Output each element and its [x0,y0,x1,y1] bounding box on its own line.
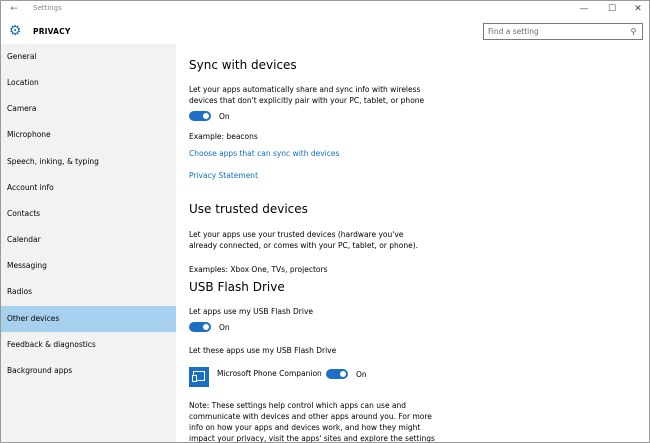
back-arrow-icon[interactable]: ← [8,3,20,15]
usb-allow-label: Let apps use my USB Flash Drive [189,307,313,316]
privacy-statement-link[interactable]: Privacy Statement [189,171,258,180]
close-button[interactable]: ✕ [625,1,649,18]
app-name: Microsoft Phone Companion [217,369,322,378]
content-pane: Sync with devices Let your apps automati… [176,44,649,443]
search-icon[interactable]: ⚲ [628,26,639,37]
phone-companion-icon [189,367,209,387]
usb-heading: USB Flash Drive [189,280,285,294]
app-glyph-phone [192,375,197,382]
choose-apps-link[interactable]: Choose apps that can sync with devices [189,149,339,158]
toggle-knob [340,371,346,377]
sidebar-item-feedback[interactable]: Feedback & diagnostics [1,332,176,358]
sidebar-item-contacts[interactable]: Contacts [1,201,176,227]
search-input[interactable] [488,26,623,37]
sidebar: General Location Camera Microphone Speec… [1,44,176,442]
sidebar-item-location[interactable]: Location [1,70,176,96]
usb-apps-label: Let these apps use my USB Flash Drive [189,346,337,355]
sidebar-item-calendar[interactable]: Calendar [1,227,176,253]
toggle-knob [203,113,209,119]
header: ⚙ PRIVACY ⚲ [1,18,649,44]
toggle-knob [203,324,209,330]
sidebar-item-microphone[interactable]: Microphone [1,122,176,148]
app-toggle[interactable] [326,369,348,379]
trusted-description: Let your apps use your trusted devices (… [189,230,419,250]
settings-window: ← Settings — ☐ ✕ ⚙ PRIVACY ⚲ General Loc… [0,0,650,443]
maximize-button[interactable]: ☐ [599,1,625,18]
sidebar-item-speech[interactable]: Speech, inking, & typing [1,149,176,175]
sidebar-item-account-info[interactable]: Account info [1,175,176,201]
sidebar-item-messaging[interactable]: Messaging [1,253,176,279]
sidebar-item-general[interactable]: General [1,44,176,70]
trusted-heading: Use trusted devices [189,202,308,216]
sync-example: Example: beacons [189,132,258,141]
app-toggle-state: On [356,370,367,379]
sync-toggle[interactable] [189,111,211,121]
sync-toggle-state: On [219,112,230,121]
page-title: PRIVACY [33,27,71,36]
sidebar-item-radios[interactable]: Radios [1,279,176,305]
usb-toggle[interactable] [189,322,211,332]
gear-icon: ⚙ [8,23,22,39]
sidebar-item-background-apps[interactable]: Background apps [1,358,176,384]
usb-toggle-state: On [219,323,230,332]
minimize-button[interactable]: — [571,1,597,18]
search-box[interactable]: ⚲ [483,23,643,40]
window-title: Settings [33,4,62,12]
trusted-examples: Examples: Xbox One, TVs, projectors [189,265,328,274]
sidebar-item-other-devices[interactable]: Other devices [1,306,176,332]
title-bar: ← Settings — ☐ ✕ [1,1,649,18]
note-text: Note: These settings help control which … [189,401,435,443]
sync-heading: Sync with devices [189,58,297,72]
sidebar-item-camera[interactable]: Camera [1,96,176,122]
sync-description: Let your apps automatically share and sy… [189,85,425,105]
